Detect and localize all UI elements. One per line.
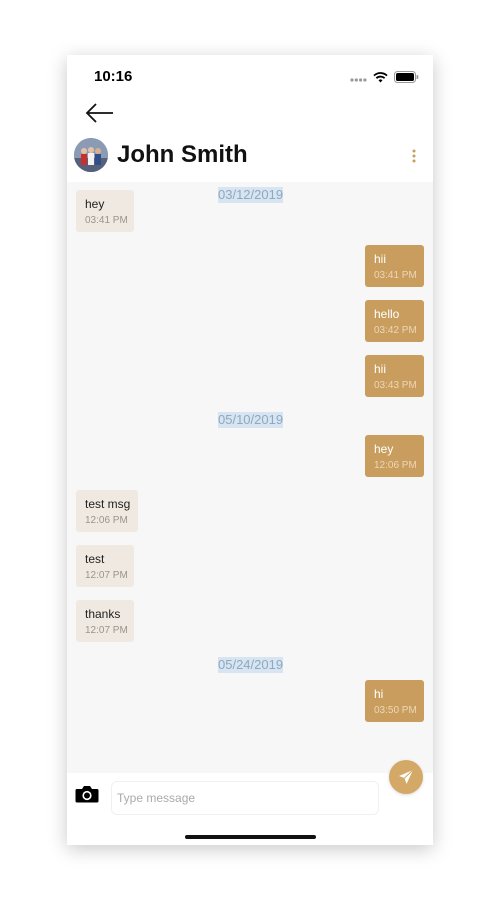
message-text: hii — [374, 362, 387, 376]
phone-screen: 10:16 John Smith 03/12/2019 hey 03:41 PM… — [67, 55, 433, 845]
outgoing-message-bubble[interactable]: hi 03:50 PM — [365, 680, 424, 722]
incoming-message-bubble[interactable]: hey 03:41 PM — [76, 190, 134, 232]
message-text: test — [85, 552, 105, 566]
outgoing-message-bubble[interactable]: hii 03:41 PM — [365, 245, 424, 287]
avatar[interactable] — [74, 138, 108, 172]
message-timestamp: 03:50 PM — [374, 705, 417, 716]
status-time: 10:16 — [94, 68, 133, 85]
battery-icon — [394, 70, 419, 88]
date-separator: 05/24/2019 — [218, 657, 284, 673]
message-timestamp: 03:41 PM — [374, 270, 417, 281]
message-timestamp: 12:07 PM — [85, 625, 128, 636]
chat-header: John Smith — [67, 135, 433, 181]
message-list[interactable]: 03/12/2019 hey 03:41 PM hii 03:41 PM hel… — [67, 182, 433, 773]
message-timestamp: 12:07 PM — [85, 570, 128, 581]
message-text: hii — [374, 252, 387, 266]
send-button[interactable] — [389, 760, 423, 794]
date-separator: 03/12/2019 — [218, 187, 284, 203]
wifi-icon — [373, 70, 388, 88]
camera-icon — [75, 786, 99, 803]
message-text: hey — [374, 442, 394, 456]
arrow-left-icon — [85, 103, 113, 123]
message-timestamp: 03:41 PM — [85, 215, 128, 226]
message-text: hello — [374, 307, 400, 321]
date-separator: 05/10/2019 — [218, 412, 284, 428]
message-timestamp: 12:06 PM — [85, 515, 128, 526]
incoming-message-bubble[interactable]: test msg 12:06 PM — [76, 490, 138, 532]
incoming-message-bubble[interactable]: test 12:07 PM — [76, 545, 134, 587]
camera-button[interactable] — [75, 785, 99, 803]
home-indicator — [185, 835, 316, 839]
status-bar: 10:16 — [67, 55, 433, 99]
send-icon — [399, 769, 414, 784]
message-text: test msg — [85, 497, 131, 511]
outgoing-message-bubble[interactable]: hello 03:42 PM — [365, 300, 424, 342]
message-text: hi — [374, 687, 384, 701]
message-timestamp: 12:06 PM — [374, 460, 417, 471]
more-vertical-icon — [412, 149, 416, 163]
message-timestamp: 03:43 PM — [374, 380, 417, 391]
more-options-button[interactable] — [409, 147, 419, 165]
outgoing-message-bubble[interactable]: hey 12:06 PM — [365, 435, 424, 477]
back-button[interactable] — [85, 100, 115, 126]
avatar-photo — [74, 138, 108, 172]
cellular-signal-icon — [350, 70, 367, 88]
message-text: hey — [85, 197, 105, 211]
contact-name: John Smith — [117, 141, 248, 168]
status-icons — [350, 70, 419, 88]
message-text: thanks — [85, 607, 121, 621]
message-timestamp: 03:42 PM — [374, 325, 417, 336]
incoming-message-bubble[interactable]: thanks 12:07 PM — [76, 600, 134, 642]
message-input[interactable] — [111, 781, 379, 815]
outgoing-message-bubble[interactable]: hii 03:43 PM — [365, 355, 424, 397]
